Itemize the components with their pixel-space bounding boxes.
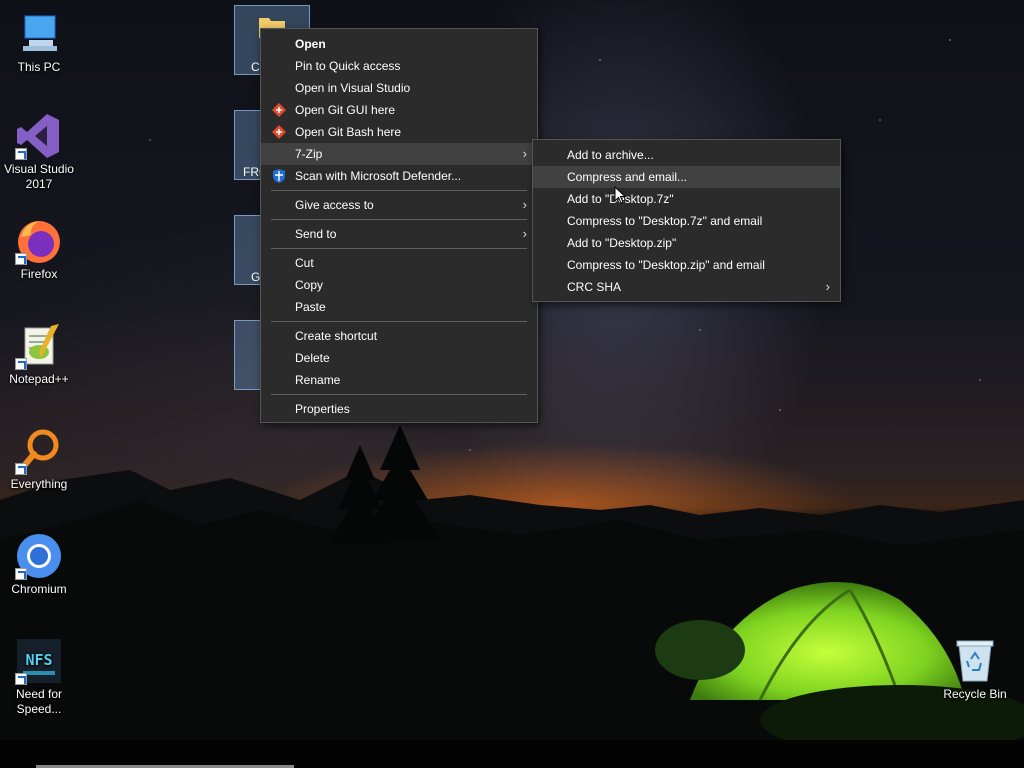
menu-item-give-access[interactable]: Give access to ›: [261, 194, 537, 216]
shortcut-arrow-icon: [15, 463, 27, 475]
menu-item-copy[interactable]: Copy: [261, 274, 537, 296]
menu-item-send-to[interactable]: Send to ›: [261, 223, 537, 245]
menu-separator: [271, 321, 527, 322]
chevron-right-icon: ›: [522, 226, 527, 241]
desktop-icon-visual-studio[interactable]: Visual Studio 2017: [1, 112, 77, 192]
submenu-item-compress-desktop-7z-email[interactable]: Compress to "Desktop.7z" and email: [533, 210, 840, 232]
desktop-icon-everything[interactable]: Everything: [1, 427, 77, 492]
desktop-icon-label: Firefox: [20, 267, 58, 281]
menu-item-git-bash[interactable]: Open Git Bash here: [261, 121, 537, 143]
desktop-icon-chromium[interactable]: Chromium: [1, 532, 77, 597]
menu-item-defender-scan[interactable]: Scan with Microsoft Defender...: [261, 165, 537, 187]
menu-separator: [271, 219, 527, 220]
chromium-icon: [15, 532, 63, 580]
desktop-icon-label: Notepad++: [9, 372, 69, 386]
shield-icon: [271, 168, 287, 184]
desktop-icon-label: Need for Speed...: [15, 687, 63, 716]
shortcut-arrow-icon: [15, 568, 27, 580]
submenu-item-add-to-desktop-7z[interactable]: Add to "Desktop.7z": [533, 188, 840, 210]
desktop-icon-notepadpp[interactable]: Notepad++: [1, 322, 77, 387]
desktop-icon-firefox[interactable]: Firefox: [1, 217, 77, 282]
visual-studio-icon: [15, 112, 63, 160]
desktop-icon-recycle-bin[interactable]: Recycle Bin: [937, 637, 1013, 702]
shortcut-arrow-icon: [15, 253, 27, 265]
chevron-right-icon: ›: [825, 279, 830, 294]
monitor-icon: [15, 10, 63, 58]
chevron-right-icon: ›: [522, 197, 527, 212]
submenu-item-add-to-archive[interactable]: Add to archive...: [533, 144, 840, 166]
mouse-cursor-icon: [614, 186, 626, 204]
menu-separator: [271, 190, 527, 191]
git-icon: [271, 124, 287, 140]
menu-separator: [271, 394, 527, 395]
folder-label: C: [251, 60, 260, 74]
desktop-icon-label: Chromium: [11, 582, 67, 596]
desktop-icon-label: This PC: [17, 60, 61, 74]
submenu-item-compress-desktop-zip-email[interactable]: Compress to "Desktop.zip" and email: [533, 254, 840, 276]
menu-item-open-visual-studio[interactable]: Open in Visual Studio: [261, 77, 537, 99]
desktop-icon-this-pc[interactable]: This PC: [1, 10, 77, 75]
menu-item-cut[interactable]: Cut: [261, 252, 537, 274]
recycle-bin-icon: [951, 637, 999, 685]
menu-item-create-shortcut[interactable]: Create shortcut: [261, 325, 537, 347]
notepadpp-icon: [15, 322, 63, 370]
firefox-icon: [15, 217, 63, 265]
svg-text:NFS: NFS: [25, 651, 52, 669]
shortcut-arrow-icon: [15, 673, 27, 685]
menu-item-paste[interactable]: Paste: [261, 296, 537, 318]
submenu-item-crc-sha[interactable]: CRC SHA ›: [533, 276, 840, 298]
shortcut-arrow-icon: [15, 358, 27, 370]
menu-item-delete[interactable]: Delete: [261, 347, 537, 369]
context-menu: Open Pin to Quick access Open in Visual …: [260, 28, 538, 423]
menu-item-pin-quick-access[interactable]: Pin to Quick access: [261, 55, 537, 77]
chevron-right-icon: ›: [522, 146, 527, 161]
submenu-7zip: Add to archive... Compress and email... …: [532, 139, 841, 302]
submenu-item-add-to-desktop-zip[interactable]: Add to "Desktop.zip": [533, 232, 840, 254]
menu-item-rename[interactable]: Rename: [261, 369, 537, 391]
menu-item-properties[interactable]: Properties: [261, 398, 537, 420]
folder-label: G: [251, 270, 261, 284]
desktop-icon-label: Everything: [10, 477, 68, 491]
desktop-icon-label: Recycle Bin: [943, 687, 1007, 701]
menu-item-git-gui[interactable]: Open Git GUI here: [261, 99, 537, 121]
submenu-item-compress-and-email[interactable]: Compress and email...: [533, 166, 840, 188]
desktop-icon-need-for-speed[interactable]: NFS Need for Speed...: [1, 637, 77, 717]
menu-item-open[interactable]: Open: [261, 33, 537, 55]
git-icon: [271, 102, 287, 118]
menu-item-7zip[interactable]: 7-Zip ›: [261, 143, 537, 165]
shortcut-arrow-icon: [15, 148, 27, 160]
search-magnifier-icon: [15, 427, 63, 475]
menu-separator: [271, 248, 527, 249]
desktop-icon-label: Visual Studio 2017: [4, 162, 74, 191]
nfs-icon: NFS: [15, 637, 63, 685]
